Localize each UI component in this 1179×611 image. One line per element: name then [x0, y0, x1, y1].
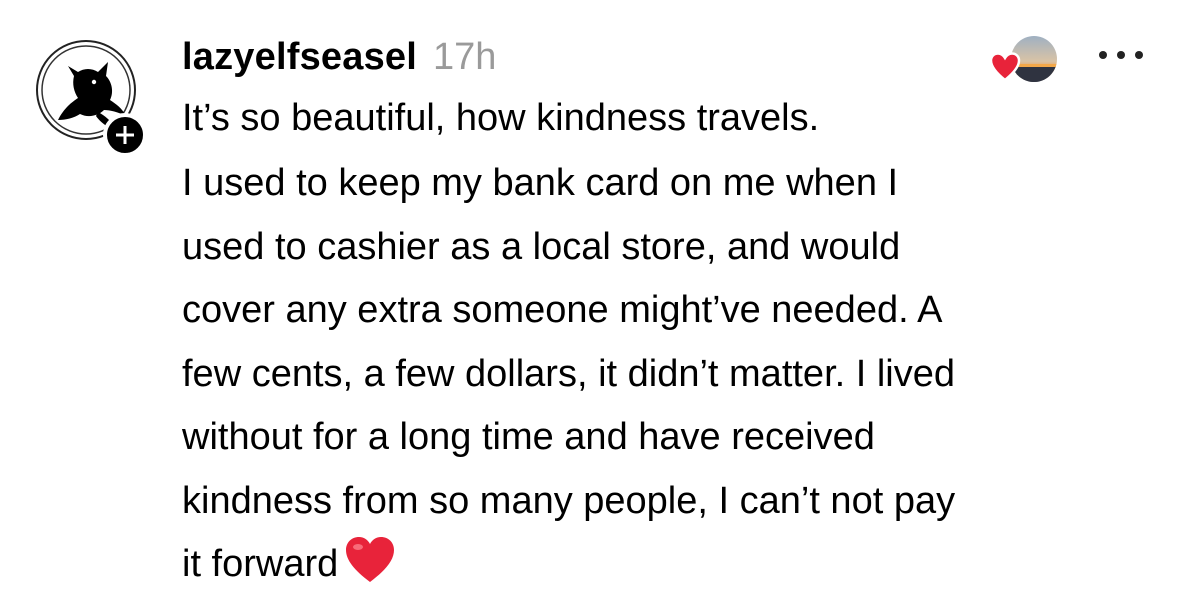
dot — [1117, 51, 1125, 59]
body-line: kindness from so many people, I can’t no… — [182, 479, 956, 522]
author-avatar-wrap — [36, 40, 147, 157]
plus-icon — [116, 126, 134, 144]
liked-by-indicator[interactable] — [989, 36, 1061, 88]
red-heart-emoji — [344, 536, 396, 605]
heart-icon — [989, 52, 1021, 82]
post-title: It’s so beautiful, how kindness travels. — [182, 97, 820, 139]
body-line: few cents, a few dollars, it didn’t matt… — [182, 352, 956, 395]
timestamp: 17h — [433, 36, 497, 78]
username[interactable]: lazyelfseasel — [182, 36, 417, 79]
dot — [1099, 51, 1107, 59]
dot — [1135, 51, 1143, 59]
body-line: it forward — [182, 543, 339, 585]
body-line: cover any extra someone might’ve needed.… — [182, 289, 943, 331]
post-content: lazyelfseasel 17h It’s so beautiful, how… — [182, 36, 1142, 605]
follow-button[interactable] — [103, 113, 147, 157]
body-line: without for a long time and have receive… — [182, 416, 875, 458]
post-actions-top — [989, 36, 1143, 88]
more-options-icon[interactable] — [1099, 45, 1143, 65]
body-last-line: it forward — [182, 533, 1142, 605]
body-line: I used to keep my bank card on me when I — [182, 162, 899, 204]
post-body: I used to keep my bank card on me when I… — [182, 152, 1142, 605]
reply-post: lazyelfseasel 17h It’s so beautiful, how… — [0, 0, 1179, 611]
body-line: used to cashier as a local store, and wo… — [182, 225, 901, 268]
